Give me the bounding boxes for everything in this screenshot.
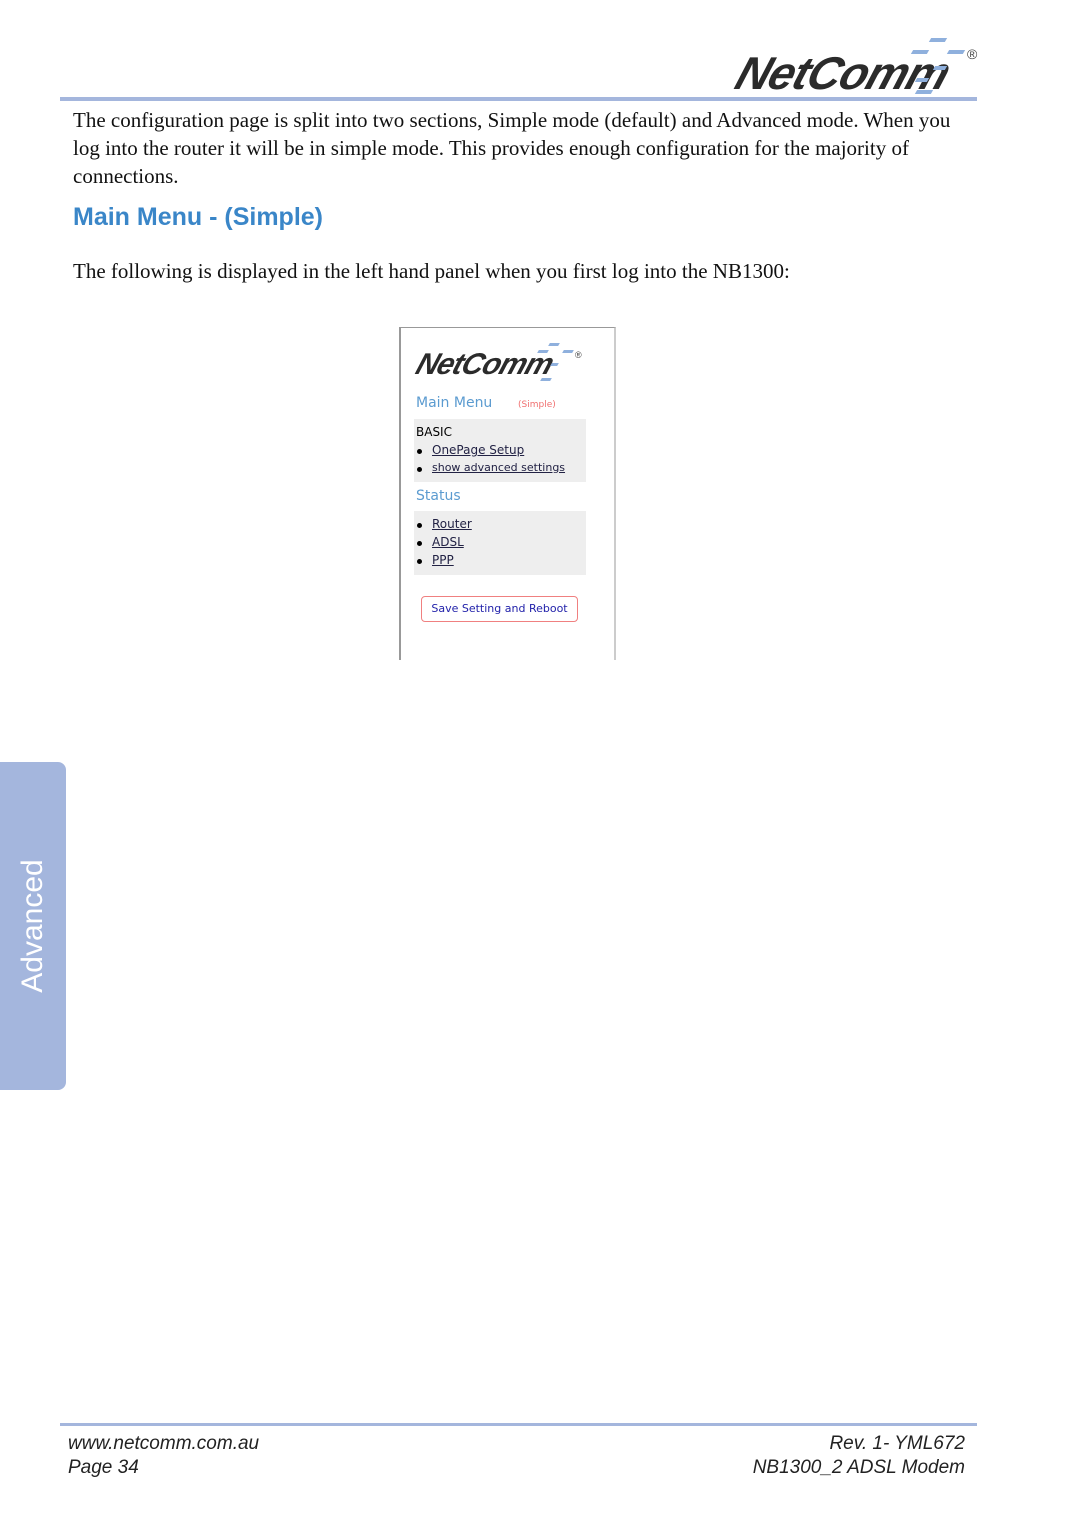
router-link[interactable]: Router	[432, 517, 472, 531]
screenshot-logo: NetComm	[411, 348, 558, 381]
main-menu-screenshot: NetComm ® Main Menu (Simple) BASIC OnePa…	[399, 327, 616, 660]
registered-mark: ®	[967, 46, 978, 62]
header-rule	[60, 97, 977, 101]
side-tab-label: Advanced	[16, 859, 49, 993]
mode-label: (Simple)	[518, 400, 556, 410]
intro-paragraph: The configuration page is split into two…	[73, 108, 951, 188]
ppp-link[interactable]: PPP	[432, 553, 454, 567]
lead-paragraph: The following is displayed in the left h…	[73, 259, 790, 283]
section-heading: Main Menu - (Simple)	[73, 203, 323, 231]
footer-url: www.netcomm.com.au	[68, 1433, 260, 1454]
footer-product: NB1300_2 ADSL Modem	[752, 1457, 965, 1478]
onepage-setup-link[interactable]: OnePage Setup	[432, 443, 524, 457]
footer-revision: Rev. 1- YML672	[829, 1433, 965, 1454]
adsl-link[interactable]: ADSL	[432, 535, 464, 549]
basic-label: BASIC	[416, 425, 452, 439]
document-page: NetComm ® The configuration page is spli…	[0, 0, 1080, 1529]
footer-rule	[60, 1423, 977, 1426]
status-label: Status	[416, 488, 461, 504]
status-section: Router ADSL PPP	[414, 511, 586, 575]
menu-title: Main Menu	[416, 395, 493, 411]
section-side-tab: Advanced	[0, 762, 66, 1090]
save-setting-reboot-button[interactable]: Save Setting and Reboot	[421, 596, 578, 622]
footer-page: Page 34	[68, 1457, 139, 1478]
show-advanced-settings-link[interactable]: show advanced settings	[432, 461, 565, 474]
basic-section: BASIC OnePage Setup show advanced settin…	[414, 419, 586, 482]
